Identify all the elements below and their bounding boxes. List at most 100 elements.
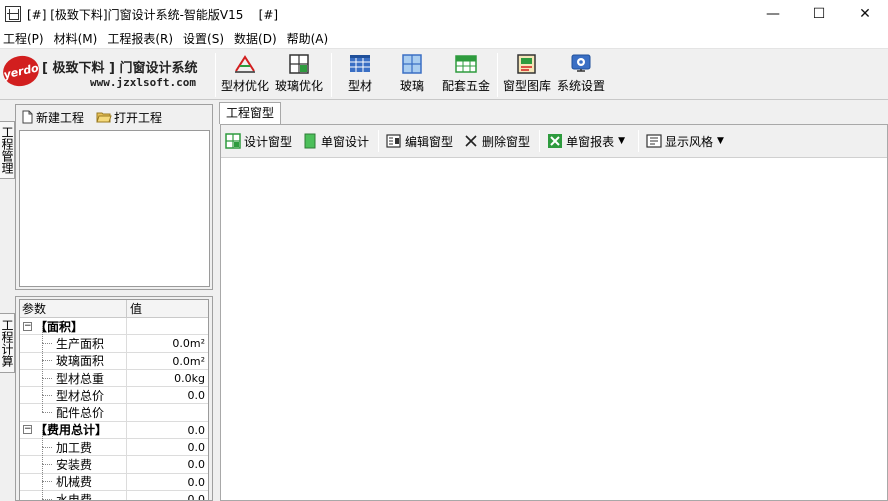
- brand-title: [ 极致下料 ] 门窗设计系统: [42, 61, 198, 76]
- design-window-button[interactable]: 设计窗型: [225, 133, 292, 150]
- tab-project-windows[interactable]: 工程窗型: [219, 102, 282, 124]
- maximize-button[interactable]: ☐: [796, 0, 842, 28]
- property-value: 0.0: [187, 492, 206, 501]
- collapse-icon[interactable]: −: [23, 425, 32, 435]
- property-label: 【费用总计】: [35, 423, 108, 438]
- menu-bar: 工程(P) 材料(M) 工程报表(R) 设置(S) 数据(D) 帮助(A): [0, 28, 888, 48]
- property-name-cell: 加工费: [20, 429, 127, 456]
- single-window-icon: [304, 133, 316, 149]
- property-grid-header: 参数 值: [20, 300, 208, 318]
- property-value: 0.0: [187, 458, 206, 472]
- chevron-down-icon[interactable]: ▼: [618, 136, 625, 146]
- edit-window-label: 编辑窗型: [405, 134, 454, 149]
- profile-button[interactable]: 型材: [348, 53, 372, 97]
- toolbar-separator: [497, 53, 498, 97]
- brand-url: www.jzxlsoft.com: [90, 76, 196, 89]
- edit-window-button[interactable]: 编辑窗型: [386, 133, 453, 150]
- system-settings-button[interactable]: 系统设置: [557, 53, 605, 97]
- hardware-label: 配套五金: [442, 79, 491, 93]
- property-label: 配件总价: [20, 395, 104, 421]
- hardware-button[interactable]: 配套五金: [442, 53, 490, 97]
- menu-project[interactable]: 工程(P): [0, 30, 51, 47]
- property-group-row[interactable]: − 【面积】: [20, 318, 208, 336]
- property-value: 0.0m²: [172, 354, 205, 368]
- property-row[interactable]: 型材总价 0.0: [20, 377, 208, 405]
- minimize-button[interactable]: —: [750, 0, 796, 28]
- delete-window-button[interactable]: 删除窗型: [463, 133, 530, 150]
- side-tab-strip: 工程管理 工程计算: [0, 101, 15, 501]
- tab-project-management[interactable]: 工程管理: [0, 121, 15, 179]
- project-panel: 新建工程 打开工程: [15, 104, 213, 290]
- single-window-report-button[interactable]: 单窗报表 ▼: [547, 133, 629, 150]
- calculation-panel: 参数 值 − 【面积】 生产面积 0.0m² 玻璃面积 0.0m² 型材总重 0.0kg 型材总…: [15, 296, 213, 501]
- property-row[interactable]: 安装费 0.0: [20, 447, 208, 474]
- value-column-header[interactable]: 值: [127, 300, 208, 317]
- app-icon: [5, 6, 21, 22]
- menu-data[interactable]: 数据(D): [231, 30, 284, 47]
- property-name-cell: 水电费: [20, 481, 127, 500]
- property-label: 玻璃面积: [20, 343, 104, 369]
- open-folder-icon: [96, 112, 112, 123]
- glass-button[interactable]: 玻璃: [400, 53, 424, 97]
- single-window-report-label: 单窗报表: [566, 134, 615, 149]
- property-name-cell: 配件总价: [20, 395, 127, 421]
- toolbar-separator: [215, 53, 216, 97]
- window-toolbar: 设计窗型 单窗设计 编辑窗型 删除窗型 单窗报表 ▼ 显示风格 ▼: [221, 125, 887, 158]
- property-row[interactable]: 机械费 0.0: [20, 464, 208, 491]
- profile-optimize-label: 型材优化: [221, 79, 270, 93]
- property-label: 型材总重: [20, 360, 104, 387]
- menu-settings[interactable]: 设置(S): [180, 30, 231, 47]
- property-row[interactable]: 生产面积 0.0m²: [20, 325, 208, 353]
- property-row[interactable]: 型材总重 0.0kg: [20, 360, 208, 388]
- property-value: 0.0: [187, 441, 206, 455]
- toolbar-separator: [331, 53, 332, 97]
- property-row[interactable]: 水电费 0.0: [20, 481, 208, 501]
- property-row[interactable]: 玻璃面积 0.0m²: [20, 343, 208, 370]
- property-value: 0.0: [187, 389, 206, 403]
- open-project-label: 打开工程: [114, 110, 163, 125]
- close-button[interactable]: ✕: [842, 0, 888, 28]
- window-library-label: 窗型图库: [503, 79, 552, 93]
- open-project-button[interactable]: 打开工程: [96, 109, 162, 126]
- property-label: 加工费: [20, 429, 92, 456]
- property-value: [127, 404, 208, 420]
- property-label: 生产面积: [20, 325, 104, 352]
- single-window-design-button[interactable]: 单窗设计: [302, 133, 369, 150]
- property-value: 0.0kg: [174, 371, 205, 385]
- property-name-cell: 安装费: [20, 447, 127, 473]
- project-toolbar: 新建工程 打开工程: [16, 105, 212, 129]
- property-row[interactable]: 加工费 0.0: [20, 429, 208, 457]
- chevron-down-icon[interactable]: ▼: [717, 136, 724, 146]
- property-group-row[interactable]: − 【费用总计】 0.0: [20, 421, 208, 440]
- design-window-label: 设计窗型: [244, 134, 293, 149]
- profile-icon: [350, 55, 370, 72]
- design-window-icon: [225, 133, 241, 149]
- menu-help[interactable]: 帮助(A): [284, 30, 336, 47]
- menu-report[interactable]: 工程报表(R): [104, 30, 180, 47]
- excel-report-icon: [548, 134, 563, 148]
- property-row[interactable]: 配件总价: [20, 395, 208, 422]
- glass-icon: [402, 54, 422, 74]
- glass-label: 玻璃: [400, 79, 425, 93]
- param-column-header[interactable]: 参数: [20, 300, 127, 317]
- project-windows-panel: 设计窗型 单窗设计 编辑窗型 删除窗型 单窗报表 ▼ 显示风格 ▼: [220, 124, 888, 501]
- hardware-icon: [455, 55, 477, 73]
- profile-optimize-button[interactable]: 型材优化: [221, 53, 269, 97]
- menu-material[interactable]: 材料(M): [51, 30, 105, 47]
- property-label: 机械费: [20, 464, 92, 490]
- property-value: 0.0: [187, 475, 206, 489]
- collapse-icon[interactable]: −: [23, 321, 32, 331]
- new-project-label: 新建工程: [36, 110, 85, 125]
- new-project-button[interactable]: 新建工程: [20, 109, 84, 126]
- window-library-button[interactable]: 窗型图库: [503, 53, 551, 97]
- system-settings-label: 系统设置: [557, 79, 606, 93]
- display-style-button[interactable]: 显示风格 ▼: [646, 133, 728, 150]
- glass-optimize-button[interactable]: 玻璃优化: [275, 53, 323, 97]
- toolbar-separator: [539, 130, 541, 152]
- main-toolbar: yerdo [ 极致下料 ] 门窗设计系统 www.jzxlsoft.com 型…: [0, 48, 888, 100]
- profile-optimize-icon: [235, 55, 255, 73]
- project-list[interactable]: [19, 130, 210, 287]
- brand-logo: yerdo: [0, 52, 42, 90]
- single-window-design-label: 单窗设计: [321, 134, 370, 149]
- tab-project-calculation[interactable]: 工程计算: [0, 313, 15, 373]
